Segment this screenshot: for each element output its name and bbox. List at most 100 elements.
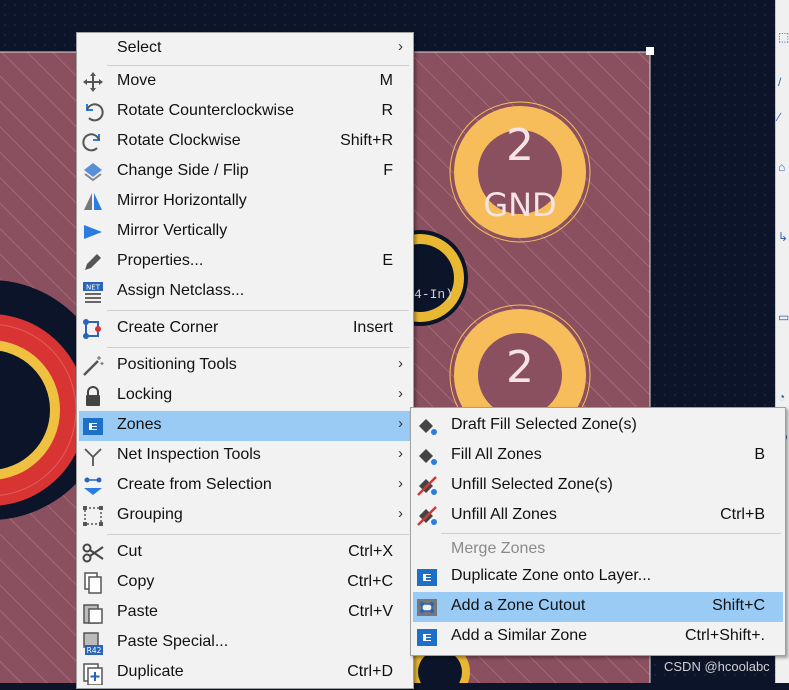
menu-item-shortcut: Ctrl+C [347,573,393,590]
positioning-wand-icon [81,354,105,378]
menu-item-add-a-zone-cutout[interactable]: Add a Zone Cutout Shift+C [413,592,783,622]
menu-item-label: Cut [117,543,142,560]
chevron-right-icon: › [398,355,403,372]
menu-item-shortcut: Shift+C [712,597,765,614]
menu-separator [441,533,781,534]
menu-item-positioning-tools[interactable]: Positioning Tools › [79,351,411,381]
menu-item-grouping[interactable]: Grouping › [79,501,411,531]
menu-item-assign-netclass[interactable]: NET Assign Netclass... [79,277,411,307]
menu-separator [107,347,409,348]
menu-item-label: Change Side / Flip [117,162,249,179]
group-icon [81,504,105,528]
zone-icon [415,625,439,649]
menu-item-shortcut: Ctrl+B [720,506,765,523]
menu-item-shortcut: E [382,252,393,269]
net-inspect-icon [81,444,105,468]
flip-icon [81,160,105,184]
zone-icon [81,414,105,438]
menu-item-create-from-selection[interactable]: Create from Selection › [79,471,411,501]
move-icon [81,70,105,94]
zone-icon [415,565,439,589]
zone-corner-handle[interactable] [646,47,654,55]
menu-item-label: Mirror Vertically [117,222,228,239]
menu-item-select[interactable]: Select › [79,34,411,64]
toolbar-icon[interactable]: ⌂ [778,160,789,174]
menu-item-paste[interactable]: Paste Ctrl+V [79,598,411,628]
toolbar-icon[interactable]: ∕ [778,110,789,124]
menu-item-label: Duplicate Zone onto Layer... [451,567,652,584]
menu-item-fill-all-zones[interactable]: Fill All Zones B [413,441,783,471]
pad-number: 2 [506,120,534,171]
menu-item-unfill-selected-zone-s[interactable]: Unfill Selected Zone(s) [413,471,783,501]
duplicate-icon [81,661,105,686]
unfill-icon [415,474,439,498]
menu-item-label: Draft Fill Selected Zone(s) [451,416,637,433]
pencil-icon [81,250,105,274]
rotate-ccw-icon [81,100,105,124]
menu-item-create-corner[interactable]: Create Corner Insert [79,314,411,344]
menu-item-label: Locking [117,386,173,403]
menu-item-label: Zones [117,416,162,433]
menu-item-copy[interactable]: Copy Ctrl+C [79,568,411,598]
menu-item-shortcut: Ctrl+D [347,663,393,680]
menu-item-shortcut: Ctrl+V [348,603,393,620]
menu-item-net-inspection-tools[interactable]: Net Inspection Tools › [79,441,411,471]
context-menu: Select › Move M Rotate Counterclockwise R Rota… [76,32,414,689]
chevron-right-icon: › [398,385,403,402]
menu-item-add-a-similar-zone[interactable]: Add a Similar Zone Ctrl+Shift+. [413,622,783,652]
menu-separator [107,310,409,311]
menu-item-mirror-horizontally[interactable]: Mirror Horizontally [79,187,411,217]
menu-item-label: Grouping [117,506,183,523]
menu-item-shortcut: R [381,102,393,119]
select-icon [81,37,105,61]
menu-item-properties[interactable]: Properties... E [79,247,411,277]
menu-item-duplicate[interactable]: Duplicate Ctrl+D [79,658,411,688]
menu-item-mirror-vertically[interactable]: Mirror Vertically [79,217,411,247]
menu-item-label: Mirror Horizontally [117,192,247,209]
menu-separator [107,65,409,66]
menu-separator [107,534,409,535]
menu-item-duplicate-zone-onto-layer[interactable]: Duplicate Zone onto Layer... [413,562,783,592]
menu-item-shortcut: Ctrl+X [348,543,393,560]
paste-special-icon: R42 [81,631,105,655]
chevron-right-icon: › [398,475,403,492]
menu-item-label: Duplicate [117,663,184,680]
toolbar-icon[interactable]: ◔ [778,390,789,404]
menu-item-label: Paste Special... [117,633,229,650]
menu-item-label: Assign Netclass... [117,282,245,299]
menu-item-rotate-clockwise[interactable]: Rotate Clockwise Shift+R [79,127,411,157]
menu-item-label: Move [117,72,157,89]
menu-item-label: Create Corner [117,319,219,336]
toolbar-icon[interactable]: / [778,75,789,89]
menu-item-rotate-counterclockwise[interactable]: Rotate Counterclockwise R [79,97,411,127]
menu-item-cut[interactable]: Cut Ctrl+X [79,538,411,568]
menu-item-shortcut: Shift+R [340,132,393,149]
menu-item-label: Add a Zone Cutout [451,597,586,614]
menu-item-label: Positioning Tools [117,356,237,373]
toolbar-icon[interactable]: ↳ [778,230,789,244]
menu-item-change-side-flip[interactable]: Change Side / Flip F [79,157,411,187]
menu-item-shortcut: Insert [352,319,393,336]
menu-item-paste-special[interactable]: R42 Paste Special... [79,628,411,658]
mirror-h-icon [81,190,105,214]
menu-item-move[interactable]: Move M [79,67,411,97]
menu-item-unfill-all-zones[interactable]: Unfill All Zones Ctrl+B [413,501,783,531]
menu-item-label: Rotate Clockwise [117,132,241,149]
paste-icon [81,601,105,625]
menu-item-locking[interactable]: Locking › [79,381,411,411]
menu-item-merge-zones: Merge Zones [413,535,783,565]
partial-via-label: 4-In) [414,287,453,302]
menu-item-label: Unfill Selected Zone(s) [451,476,613,493]
svg-text:R42: R42 [87,646,102,655]
menu-item-label: Select [117,39,162,56]
menu-item-zones[interactable]: Zones › [79,411,411,441]
chevron-right-icon: › [398,445,403,462]
pad-net-label: GND [483,186,556,224]
toolbar-icon[interactable]: ▭ [778,310,789,324]
menu-item-draft-fill-selected-zone-s[interactable]: Draft Fill Selected Zone(s) [413,411,783,441]
zone-cutout-icon [415,595,439,619]
mirror-v-icon [81,220,105,244]
menu-item-label: Add a Similar Zone [451,627,588,644]
menu-item-label: Fill All Zones [451,446,542,463]
toolbar-icon[interactable]: ⬚ [778,30,789,44]
